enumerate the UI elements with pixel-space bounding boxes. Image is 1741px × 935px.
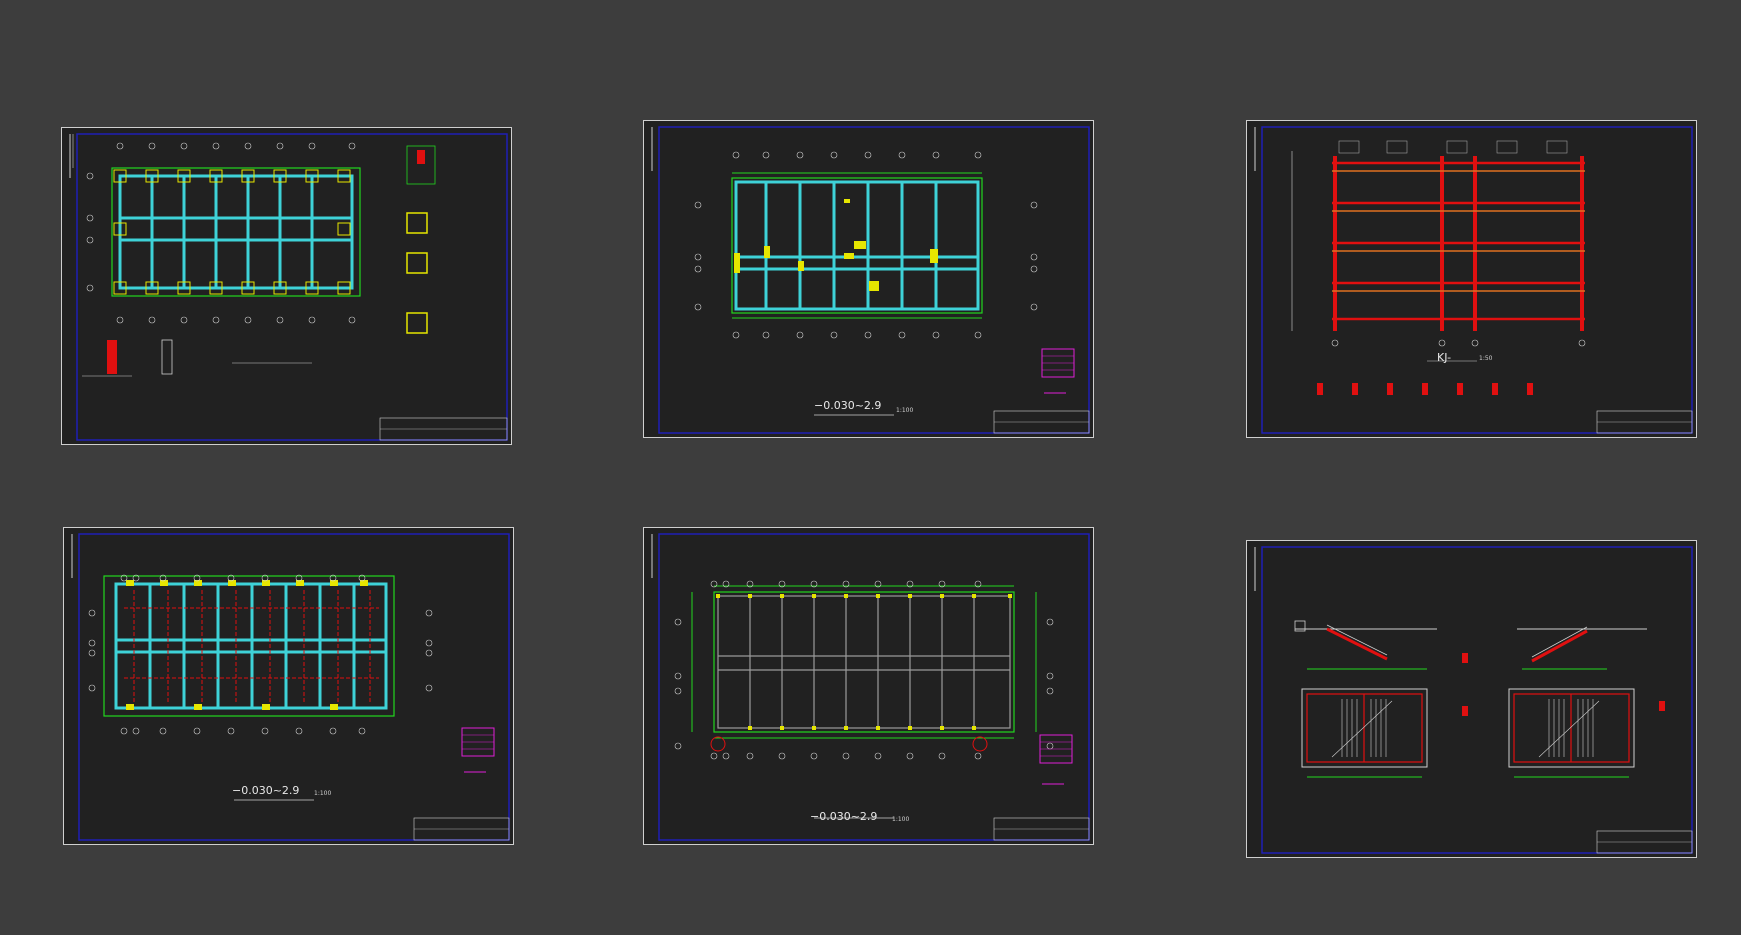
sheet-title: −0.030~2.9 bbox=[814, 399, 882, 412]
sheet-drawing bbox=[651, 533, 1090, 841]
stair-beam-details bbox=[1462, 653, 1665, 716]
sheet-scale: 1:100 bbox=[896, 407, 914, 414]
sheet-column-plan[interactable]: −0.030~2.9 1:100 bbox=[643, 527, 1094, 845]
sheet-scale: 1:50 bbox=[1479, 355, 1493, 362]
sheet-drawing bbox=[1254, 126, 1693, 434]
sheet-stair-details[interactable] bbox=[1246, 540, 1697, 858]
sheet-slab-reinforcement-plan[interactable]: −0.030~2.9 1:100 bbox=[63, 527, 514, 845]
plan-drawing bbox=[674, 580, 1054, 760]
stair-plan-right bbox=[1508, 688, 1635, 778]
joint-details bbox=[1317, 383, 1533, 395]
sheet-drawing bbox=[651, 126, 1090, 434]
detail-sections bbox=[82, 145, 436, 377]
stair-section-left bbox=[1294, 620, 1437, 670]
sheet-title: KJ- bbox=[1437, 351, 1452, 364]
stair-section-right bbox=[1517, 626, 1647, 670]
sheet-scale: 1:100 bbox=[314, 790, 332, 797]
level-table bbox=[1041, 348, 1075, 394]
plan-drawing bbox=[88, 574, 433, 735]
drawing-canvas[interactable]: −0.030~2.9 1:100 KJ- 1:50 −0.030~2.9 1:1… bbox=[0, 0, 1741, 935]
sheet-drawing bbox=[1254, 546, 1693, 854]
plan-drawing bbox=[694, 151, 1038, 339]
elevation-drawing bbox=[1291, 140, 1586, 362]
sheet-drawing bbox=[69, 133, 508, 441]
sheet-drawing bbox=[71, 533, 510, 841]
drawing-frame bbox=[658, 533, 1090, 841]
sheet-title: −0.030~2.9 bbox=[810, 810, 878, 823]
stair-plan-left bbox=[1301, 688, 1428, 778]
sheet-frame-elevation[interactable]: KJ- 1:50 bbox=[1246, 120, 1697, 438]
sheet-scale: 1:100 bbox=[892, 816, 910, 823]
sheet-title: −0.030~2.9 bbox=[232, 784, 300, 797]
plan-drawing bbox=[86, 142, 361, 324]
sheet-foundation-plan[interactable] bbox=[61, 127, 512, 445]
sheet-beam-plan[interactable]: −0.030~2.9 1:100 bbox=[643, 120, 1094, 438]
level-table bbox=[1039, 734, 1073, 785]
level-table bbox=[461, 727, 495, 773]
drawing-frame bbox=[1261, 546, 1693, 854]
